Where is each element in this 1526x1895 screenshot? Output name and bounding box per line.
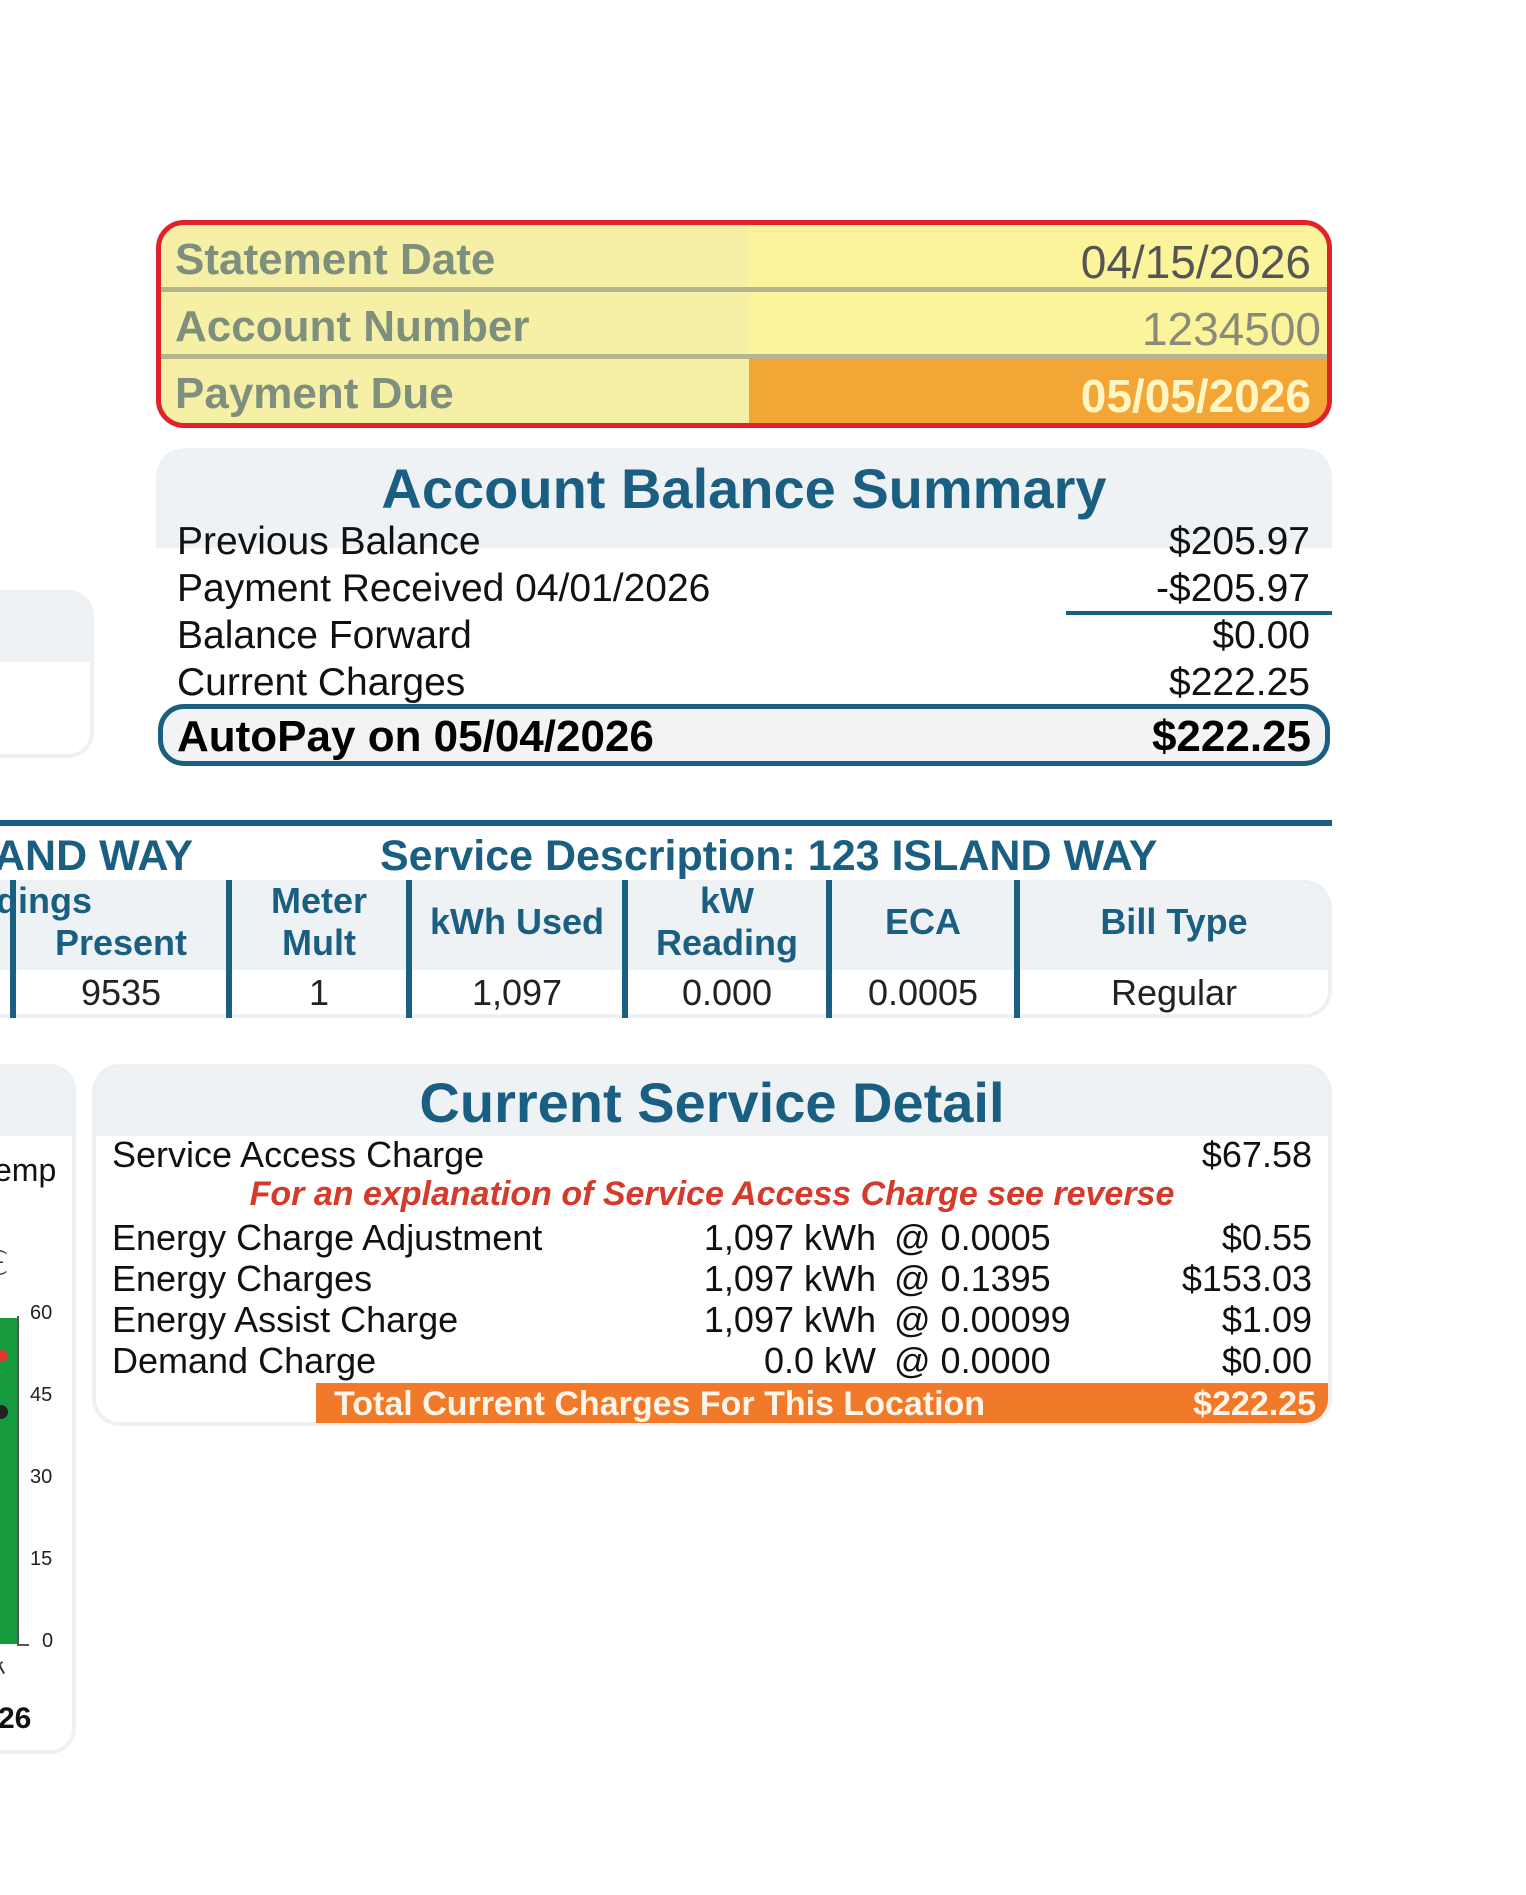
statement-date-label: Statement Date — [175, 235, 496, 284]
service-description-fragment: AND WAY — [0, 832, 194, 880]
account-number-value: 1234500 — [1141, 303, 1321, 355]
present-header: Present — [54, 922, 188, 963]
demand-charge-qty: 0.0 kW — [763, 1340, 876, 1381]
energy-assist-qty: 1,097 kWh — [703, 1299, 876, 1340]
demand-charge-value: $0.00 — [1221, 1340, 1312, 1381]
energy-charges-rate: @ 0.1395 — [894, 1258, 1051, 1299]
readings-header-fragment: dings — [0, 880, 92, 921]
kw-reading-header: kW Reading — [655, 880, 798, 963]
service-access-label: Service Access Charge — [112, 1134, 485, 1175]
y-tick-30: 30 — [30, 1466, 53, 1488]
energy-charge-adjustment-label: Energy Charge Adjustment — [112, 1217, 543, 1258]
statement-date-value: 04/15/2026 — [1080, 236, 1311, 288]
energy-charges-qty: 1,097 kWh — [703, 1258, 876, 1299]
current-charges-value: $222.25 — [1169, 661, 1310, 704]
previous-balance-label: Previous Balance — [177, 520, 481, 563]
energy-assist-label: Energy Assist Charge — [112, 1299, 459, 1340]
meter-mult-header: Meter Mult — [270, 880, 368, 963]
service-access-note: For an explanation of Service Access Cha… — [249, 1175, 1175, 1213]
previous-balance-value: $205.97 — [1169, 520, 1310, 563]
payment-received-value: -$205.97 — [1156, 567, 1310, 610]
account-number-label: Account Number — [175, 302, 530, 351]
total-charges-label: Total Current Charges For This Location — [334, 1385, 986, 1423]
present-reading-value: 9535 — [80, 972, 162, 1013]
payment-due-label: Payment Due — [175, 369, 454, 418]
temp-axis-line — [17, 1316, 19, 1646]
year-label-fragment: 26 — [0, 1702, 32, 1735]
autopay-label: AutoPay on 05/04/2026 — [177, 712, 654, 761]
energy-charge-adjustment-rate: @ 0.0005 — [894, 1217, 1051, 1258]
autopay-box: AutoPay on 05/04/2026 $222.25 — [158, 704, 1330, 766]
bill-type-header: Bill Type — [1100, 901, 1248, 942]
energy-charge-adjustment-qty: 1,097 kWh — [703, 1217, 876, 1258]
energy-charges-label: Energy Charges — [112, 1258, 373, 1299]
demand-charge-label: Demand Charge — [112, 1340, 377, 1381]
total-charges-value: $222.25 — [1193, 1385, 1316, 1423]
kwh-used-header: kWh Used — [429, 901, 605, 942]
left-partial-panel — [0, 590, 94, 758]
energy-charges-value: $153.03 — [1181, 1258, 1312, 1299]
demand-charge-rate: @ 0.0000 — [894, 1340, 1051, 1381]
y-tick-60: 60 — [30, 1302, 53, 1324]
energy-assist-rate: @ 0.00099 — [894, 1299, 1071, 1340]
balance-forward-value: $0.00 — [1212, 614, 1310, 657]
service-access-value: $67.58 — [1201, 1134, 1312, 1175]
current-charges-label: Current Charges — [177, 661, 466, 704]
payment-due-value: 05/05/2026 — [1080, 370, 1311, 422]
temp-axis-label: (°F) — [0, 1249, 7, 1276]
kwh-used-value: 1,097 — [471, 972, 563, 1013]
payment-received-label: Payment Received 04/01/2026 — [177, 567, 711, 610]
account-number-row: Account Number 1234500 — [161, 292, 1327, 355]
service-detail-title: Current Service Detail — [419, 1071, 1005, 1134]
account-balance-summary: Account Balance Summary Previous Balance… — [156, 448, 1332, 766]
temp-header-fragment: emp — [0, 1152, 57, 1188]
usage-bar — [0, 1318, 17, 1644]
payment-due-row: Payment Due 05/05/2026 — [161, 359, 1327, 423]
energy-assist-value: $1.09 — [1221, 1299, 1312, 1340]
y-tick-45: 45 — [30, 1384, 53, 1406]
balance-forward-label: Balance Forward — [177, 614, 472, 657]
statement-date-row: Statement Date 04/15/2026 — [161, 225, 1327, 288]
service-top-rule — [0, 820, 1332, 826]
bill-type-value: Regular — [1110, 972, 1238, 1013]
y-tick-15: 15 — [30, 1548, 53, 1570]
service-description-title: Service Description: 123 ISLAND WAY — [380, 832, 1158, 880]
autopay-amount: $222.25 — [1151, 712, 1311, 761]
statement-info-box: Statement Date 04/15/2026 Account Number… — [156, 220, 1332, 428]
kw-reading-value: 0.000 — [681, 972, 773, 1013]
y-tick-0: 0 — [42, 1630, 54, 1652]
energy-charge-adjustment-value: $0.55 — [1221, 1217, 1312, 1258]
meter-mult-value: 1 — [308, 972, 330, 1013]
eca-header: ECA — [884, 901, 961, 942]
total-charges-bar: Total Current Charges For This Location … — [316, 1383, 1328, 1423]
eca-value: 0.0005 — [867, 972, 979, 1013]
balance-summary-title: Account Balance Summary — [381, 457, 1107, 520]
